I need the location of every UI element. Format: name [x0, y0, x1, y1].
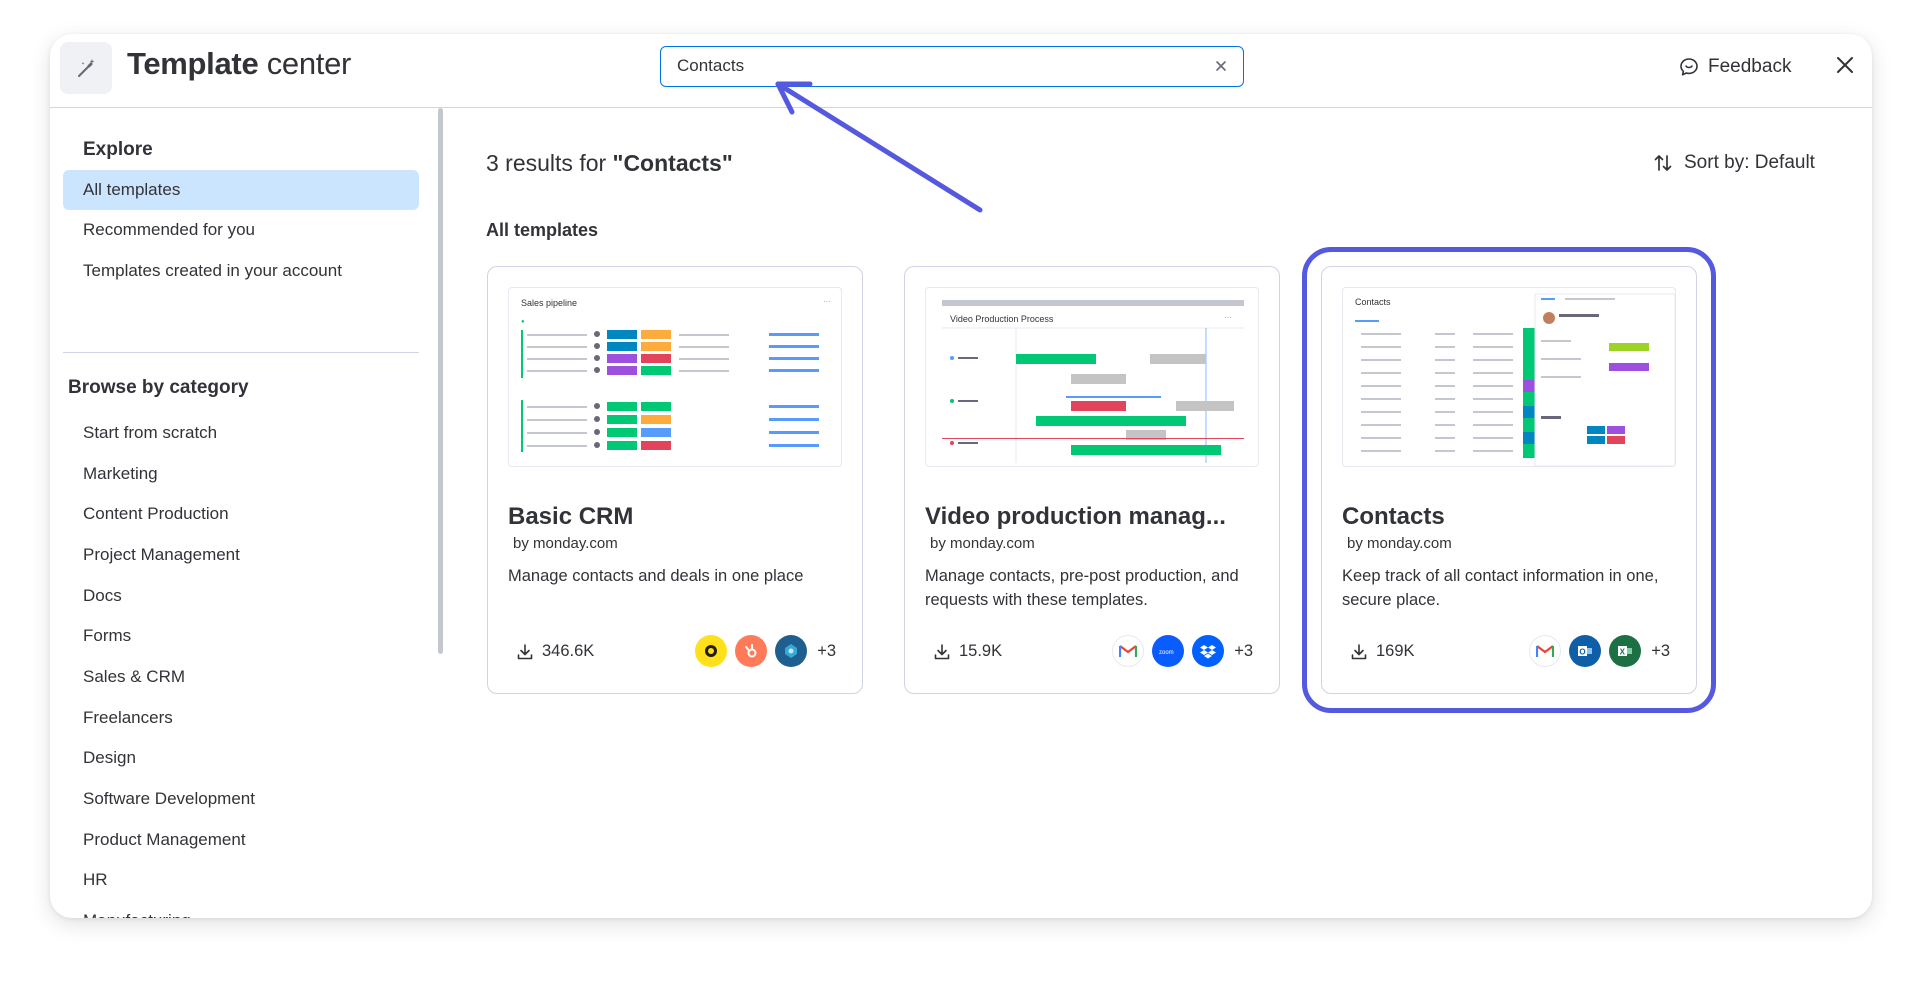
- category-design[interactable]: Design: [63, 738, 419, 778]
- mailchimp-icon: [695, 635, 728, 667]
- search-box[interactable]: [660, 46, 1244, 87]
- category-marketing[interactable]: Marketing: [63, 454, 419, 494]
- section-title: All templates: [486, 220, 599, 240]
- template-preview: Video Production Process ···: [925, 287, 1259, 467]
- browse-category-heading: Browse by category: [68, 377, 249, 398]
- thumb-title: Contacts: [1355, 297, 1391, 307]
- svg-text:X: X: [1620, 648, 1626, 657]
- sort-icon: [1654, 155, 1672, 171]
- category-software-development[interactable]: Software Development: [63, 779, 419, 819]
- zoom-icon: zoom: [1152, 635, 1185, 667]
- hubspot-icon: [735, 635, 768, 667]
- results-summary: 3 results for "Contacts": [486, 150, 733, 176]
- sidebar-item-all-templates[interactable]: All templates: [63, 170, 419, 210]
- gmail-icon: [1529, 635, 1562, 667]
- card-description: Manage contacts and deals in one place: [508, 567, 804, 585]
- category-product-management[interactable]: Product Management: [63, 820, 419, 860]
- explore-heading: Explore: [83, 139, 153, 160]
- gmail-icon: [1112, 635, 1145, 667]
- close-icon: [1216, 61, 1226, 71]
- template-preview: Sales pipeline ··· ●: [508, 287, 842, 467]
- template-card-basic-crm[interactable]: Sales pipeline ··· ● Basic CRM by monday…: [487, 266, 863, 694]
- card-author: by monday.com: [1347, 535, 1452, 552]
- card-author: by monday.com: [930, 535, 1035, 552]
- feedback-label: Feedback: [1708, 56, 1792, 77]
- main-content: 3 results for "Contacts" Sort by: Defaul…: [446, 108, 1872, 918]
- card-title: Video production manag...: [925, 503, 1226, 530]
- magic-wand-icon: [78, 59, 95, 77]
- category-freelancers[interactable]: Freelancers: [63, 698, 419, 738]
- category-sales-crm[interactable]: Sales & CRM: [63, 657, 419, 697]
- close-window-button[interactable]: [1830, 50, 1860, 80]
- template-preview: Contacts: [1342, 287, 1676, 467]
- outlook-icon: O: [1569, 635, 1602, 667]
- template-center-window: Template center Feedback Explore: [50, 34, 1872, 918]
- template-card-video-production[interactable]: Video Production Process ··· Video produ…: [904, 266, 1280, 694]
- category-content-production[interactable]: Content Production: [63, 494, 419, 534]
- card-title: Contacts: [1342, 503, 1445, 530]
- gem-icon: [775, 635, 808, 667]
- card-author: by monday.com: [513, 535, 618, 552]
- card-description: Keep track of all contact information in…: [1342, 567, 1659, 609]
- sidebar-divider: [63, 352, 419, 353]
- svg-text:O: O: [1580, 648, 1586, 657]
- category-manufacturing[interactable]: Manufacturing: [63, 901, 419, 918]
- thumb-title: Video Production Process: [950, 314, 1054, 324]
- integration-apps: O X +3: [1529, 635, 1670, 667]
- integration-apps: +3: [695, 635, 836, 667]
- card-description: Manage contacts, pre-post production, an…: [925, 567, 1239, 609]
- download-count: 346.6K: [516, 642, 594, 661]
- more-apps-count: +3: [817, 641, 836, 660]
- dropbox-icon: [1192, 635, 1225, 667]
- app-title: Template center: [127, 46, 352, 81]
- svg-text:···: ···: [823, 297, 831, 306]
- sort-button[interactable]: Sort by: Default: [1652, 152, 1815, 174]
- card-title: Basic CRM: [508, 503, 634, 530]
- feedback-button[interactable]: Feedback: [1678, 52, 1791, 82]
- sidebar: Explore All templates Recommended for yo…: [50, 108, 446, 918]
- download-icon: [1351, 643, 1367, 659]
- category-project-management[interactable]: Project Management: [63, 535, 419, 575]
- clear-search-button[interactable]: [1211, 56, 1231, 76]
- download-icon: [934, 643, 950, 659]
- search-input[interactable]: [677, 47, 1197, 85]
- download-count: 169K: [1350, 642, 1415, 661]
- category-forms[interactable]: Forms: [63, 616, 419, 656]
- more-apps-count: +3: [1651, 641, 1670, 660]
- category-start-from-scratch[interactable]: Start from scratch: [63, 413, 419, 453]
- more-apps-count: +3: [1234, 641, 1253, 660]
- category-hr[interactable]: HR: [63, 860, 419, 900]
- svg-text:zoom: zoom: [1159, 650, 1174, 656]
- sidebar-item-account-templates[interactable]: Templates created in your account: [63, 251, 419, 291]
- template-card-contacts[interactable]: Contacts Contacts by monday.com Keep tra…: [1302, 247, 1716, 713]
- template-center-logo: [60, 42, 112, 94]
- close-icon: [1837, 57, 1853, 73]
- sidebar-scrollbar[interactable]: [438, 108, 443, 654]
- download-icon: [517, 643, 533, 659]
- header: Template center Feedback: [50, 34, 1872, 108]
- svg-text:●: ●: [521, 319, 525, 325]
- excel-icon: X: [1609, 635, 1642, 667]
- download-count: 15.9K: [933, 642, 1002, 661]
- sidebar-item-recommended[interactable]: Recommended for you: [63, 210, 419, 250]
- svg-text:···: ···: [1224, 313, 1232, 322]
- chat-bubble-icon: [1680, 58, 1698, 76]
- category-docs[interactable]: Docs: [63, 576, 419, 616]
- integration-apps: zoom +3: [1112, 635, 1253, 667]
- thumb-title: Sales pipeline: [521, 298, 577, 308]
- sort-label: Sort by: Default: [1684, 152, 1815, 173]
